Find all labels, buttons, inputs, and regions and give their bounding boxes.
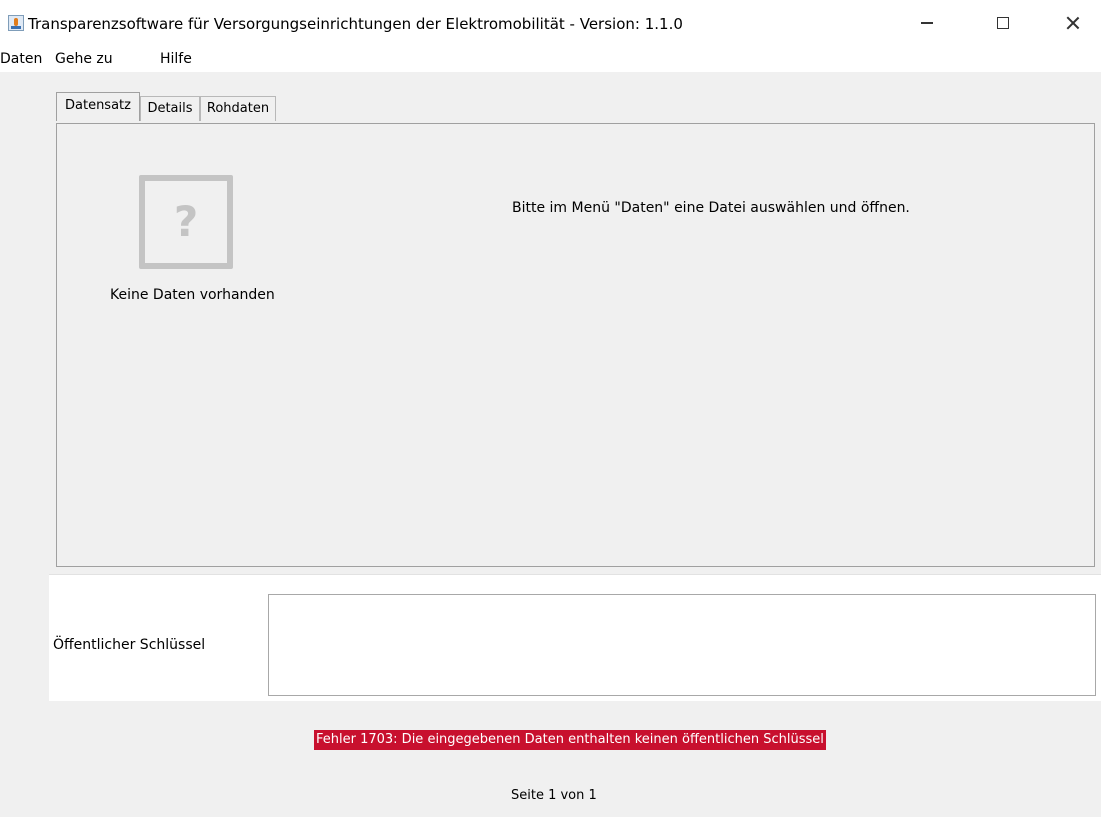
- page-indicator: Seite 1 von 1: [511, 788, 597, 803]
- menu-gehe-zu[interactable]: Gehe zu: [55, 51, 113, 67]
- open-file-hint: Bitte im Menü "Daten" eine Datei auswähl…: [512, 200, 910, 216]
- error-message: Fehler 1703: Die eingegebenen Daten enth…: [314, 730, 826, 750]
- public-key-label: Öffentlicher Schlüssel: [53, 637, 206, 653]
- question-mark-icon: ?: [139, 175, 233, 269]
- minimize-button[interactable]: [904, 8, 950, 38]
- menu-daten[interactable]: Daten: [0, 51, 42, 67]
- maximize-icon: [997, 17, 1009, 29]
- tab-datensatz[interactable]: Datensatz: [56, 92, 140, 121]
- menu-hilfe[interactable]: Hilfe: [160, 51, 192, 67]
- tab-rohdaten[interactable]: Rohdaten: [200, 96, 276, 121]
- title-bar: Transparenzsoftware für Versorgungseinri…: [0, 0, 1101, 46]
- maximize-button[interactable]: [980, 8, 1026, 38]
- close-button[interactable]: [1050, 8, 1096, 38]
- close-icon: [1066, 16, 1080, 30]
- public-key-field[interactable]: [268, 594, 1096, 696]
- window-title: Transparenzsoftware für Versorgungseinri…: [28, 15, 683, 33]
- tab-details[interactable]: Details: [140, 96, 200, 121]
- minimize-icon: [921, 22, 933, 24]
- menu-bar: Daten Gehe zu Hilfe: [0, 46, 1101, 72]
- java-app-icon: [8, 15, 24, 31]
- no-data-label: Keine Daten vorhanden: [110, 287, 275, 303]
